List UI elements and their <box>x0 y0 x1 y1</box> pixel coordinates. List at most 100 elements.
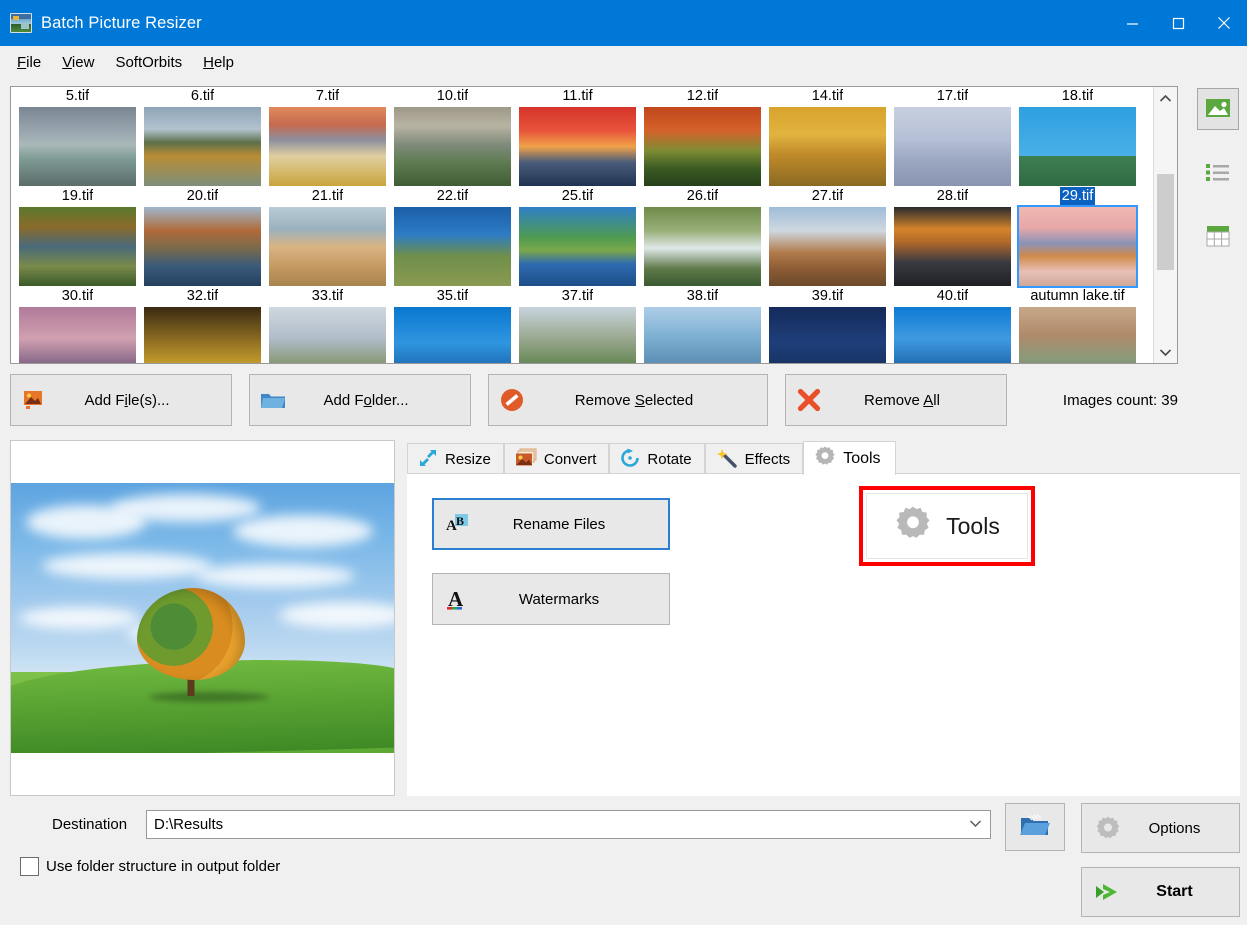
tools-tab-panel: A B Rename Files A Watermarks Tools <box>407 473 1240 796</box>
scroll-up-icon[interactable] <box>1154 87 1177 109</box>
thumbnail-image[interactable] <box>893 106 1012 187</box>
thumbnail-item[interactable]: 38.tif <box>640 287 765 363</box>
thumbnail-image[interactable] <box>268 106 387 187</box>
scrollbar-track[interactable] <box>1154 109 1177 341</box>
destination-value[interactable]: D:\Results <box>154 816 964 833</box>
thumbnail-image[interactable] <box>1017 205 1138 288</box>
thumbnails-view-button[interactable] <box>1197 88 1239 130</box>
thumbnail-image[interactable] <box>143 206 262 287</box>
thumbnail-image[interactable] <box>893 206 1012 287</box>
menu-help[interactable]: Help <box>194 50 243 75</box>
thumbnail-item[interactable]: 18.tif <box>1015 87 1140 187</box>
tab-resize[interactable]: Resize <box>407 443 504 475</box>
thumbnail-item[interactable]: 5.tif <box>15 87 140 187</box>
magic-wand-icon <box>716 448 738 472</box>
thumbnail-image[interactable] <box>393 306 512 363</box>
thumbnail-item[interactable]: 32.tif <box>140 287 265 363</box>
thumbnail-item[interactable]: 19.tif <box>15 187 140 287</box>
thumbnail-image[interactable] <box>518 306 637 363</box>
start-button[interactable]: Start <box>1081 867 1240 917</box>
thumbnail-item[interactable]: 22.tif <box>390 187 515 287</box>
thumbnail-item[interactable]: 26.tif <box>640 187 765 287</box>
thumbnail-image[interactable] <box>643 306 762 363</box>
chevron-down-icon[interactable] <box>964 819 986 831</box>
maximize-icon[interactable] <box>1155 0 1201 46</box>
options-button[interactable]: Options <box>1081 803 1240 853</box>
scroll-down-icon[interactable] <box>1154 341 1177 363</box>
thumbnail-item[interactable]: 7.tif <box>265 87 390 187</box>
minimize-icon[interactable] <box>1109 0 1155 46</box>
thumbnail-image[interactable] <box>18 306 137 363</box>
use-folder-structure-checkbox[interactable] <box>20 857 39 876</box>
thumbnail-item[interactable]: 28.tif <box>890 187 1015 287</box>
ab-rename-icon: A B <box>434 513 480 535</box>
add-folder-button[interactable]: Add Folder... <box>249 374 471 426</box>
thumbnail-row: 19.tif 20.tif 21.tif 22.tif 25.tif 26.ti… <box>15 187 1149 288</box>
scrollbar-thumb[interactable] <box>1157 174 1174 270</box>
image-list[interactable]: 5.tif 6.tif 7.tif 10.tif 11.tif 12.tif 1… <box>10 86 1178 364</box>
thumbnail-item[interactable]: 33.tif <box>265 287 390 363</box>
menu-file[interactable]: File <box>8 50 50 75</box>
thumbnail-item[interactable]: 10.tif <box>390 87 515 187</box>
use-folder-structure-row[interactable]: Use folder structure in output folder <box>20 857 280 876</box>
destination-combobox[interactable]: D:\Results <box>146 810 991 839</box>
thumbnail-item[interactable]: 11.tif <box>515 87 640 187</box>
thumbnail-image[interactable] <box>643 106 762 187</box>
tab-rotate[interactable]: Rotate <box>609 443 705 475</box>
thumbnail-item[interactable]: 37.tif <box>515 287 640 363</box>
close-icon[interactable] <box>1201 0 1247 46</box>
thumbnail-image[interactable] <box>893 306 1012 363</box>
thumbnail-image[interactable] <box>518 206 637 287</box>
thumbnail-item[interactable]: 39.tif <box>765 287 890 363</box>
thumbnail-image[interactable] <box>1018 106 1137 187</box>
thumbnail-item[interactable]: 35.tif <box>390 287 515 363</box>
thumbnail-scroll-area[interactable]: 5.tif 6.tif 7.tif 10.tif 11.tif 12.tif 1… <box>11 87 1153 363</box>
thumbnail-image[interactable] <box>518 106 637 187</box>
tab-effects[interactable]: Effects <box>704 443 804 475</box>
thumbnail-item[interactable]: 27.tif <box>765 187 890 287</box>
thumbnail-image[interactable] <box>393 206 512 287</box>
watermarks-button[interactable]: A Watermarks <box>432 573 670 625</box>
thumbnail-image[interactable] <box>393 106 512 187</box>
thumbnail-item[interactable]: 14.tif <box>765 87 890 187</box>
thumbnail-item[interactable]: 30.tif <box>15 287 140 363</box>
menu-view[interactable]: View <box>53 50 103 75</box>
remove-all-button[interactable]: Remove All <box>785 374 1007 426</box>
rename-files-label: Rename Files <box>512 515 606 533</box>
browse-folder-button[interactable] <box>1005 803 1065 851</box>
menu-softorbits[interactable]: SoftOrbits <box>106 50 191 75</box>
tab-label: Resize <box>445 451 491 468</box>
thumbnail-item[interactable]: 21.tif <box>265 187 390 287</box>
thumbnail-image[interactable] <box>1018 306 1137 363</box>
thumbnail-image[interactable] <box>768 106 887 187</box>
add-files-label: Add File(s)... <box>84 391 170 409</box>
list-view-button[interactable] <box>1197 152 1239 194</box>
details-view-button[interactable] <box>1197 216 1239 258</box>
rename-files-button[interactable]: A B Rename Files <box>432 498 670 550</box>
thumbnail-item[interactable]: 40.tif <box>890 287 1015 363</box>
add-files-button[interactable]: Add File(s)... <box>10 374 232 426</box>
thumbnail-item-selected[interactable]: 29.tif <box>1015 187 1140 288</box>
thumbnail-image[interactable] <box>768 206 887 287</box>
menu-bar: File View SoftOrbits Help <box>0 46 1247 78</box>
thumbnail-image[interactable] <box>643 206 762 287</box>
tools-button[interactable]: Tools <box>866 493 1028 559</box>
tab-tools[interactable]: Tools <box>803 441 896 475</box>
thumbnail-item[interactable]: 25.tif <box>515 187 640 287</box>
thumbnail-image[interactable] <box>18 106 137 187</box>
thumbnail-image[interactable] <box>18 206 137 287</box>
thumbnail-item[interactable]: 20.tif <box>140 187 265 287</box>
thumbnail-label: 30.tif <box>61 288 94 304</box>
remove-selected-button[interactable]: Remove Selected <box>488 374 768 426</box>
thumbnail-item[interactable]: 6.tif <box>140 87 265 187</box>
list-vertical-scrollbar[interactable] <box>1153 87 1177 363</box>
thumbnail-image[interactable] <box>143 306 262 363</box>
thumbnail-item[interactable]: 17.tif <box>890 87 1015 187</box>
thumbnail-item[interactable]: autumn lake.tif <box>1015 287 1140 363</box>
thumbnail-item[interactable]: 12.tif <box>640 87 765 187</box>
thumbnail-image[interactable] <box>268 206 387 287</box>
thumbnail-image[interactable] <box>268 306 387 363</box>
thumbnail-image[interactable] <box>768 306 887 363</box>
thumbnail-image[interactable] <box>143 106 262 187</box>
tab-convert[interactable]: Convert <box>503 443 610 475</box>
